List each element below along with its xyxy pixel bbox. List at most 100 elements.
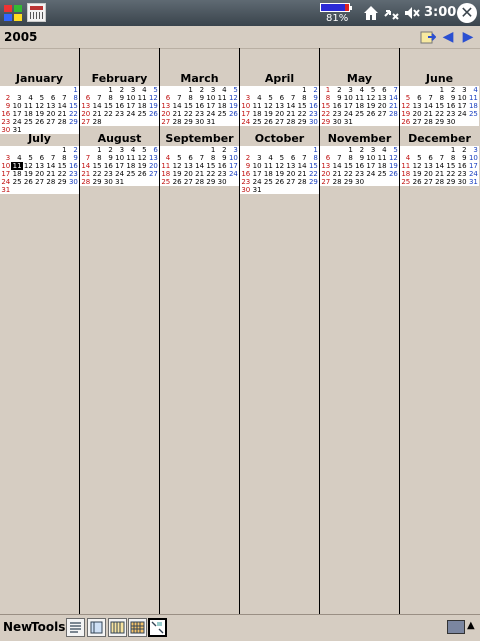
day-cell[interactable]: 7 [331,154,342,162]
day-cell[interactable]: 21 [423,110,434,118]
day-cell[interactable]: 19 [400,110,411,118]
day-cell[interactable]: 13 [34,162,45,170]
day-cell[interactable]: 21 [56,110,67,118]
day-cell[interactable]: 13 [183,162,194,170]
day-cell[interactable]: 8 [320,94,331,102]
day-cell[interactable]: 9 [331,94,342,102]
day-cell[interactable]: 7 [56,94,67,102]
day-cell[interactable]: 5 [171,154,182,162]
day-cell[interactable]: 10 [240,102,251,110]
day-cell[interactable]: 3 [240,94,251,102]
day-cell[interactable]: 5 [148,86,159,94]
day-cell[interactable]: 8 [308,154,319,162]
day-cell[interactable]: 14 [434,162,445,170]
day-cell[interactable]: 20 [183,170,194,178]
day-cell[interactable]: 11 [354,94,365,102]
day-cell[interactable]: 25 [125,170,136,178]
day-cell[interactable]: 2 [354,146,365,154]
day-cell[interactable]: 10 [0,162,11,170]
month-view-icon[interactable] [128,618,147,637]
day-cell[interactable]: 23 [0,118,11,126]
day-cell[interactable]: 12 [388,154,399,162]
day-cell[interactable]: 2 [308,86,319,94]
day-cell[interactable]: 4 [160,154,171,162]
day-cell[interactable]: 5 [34,94,45,102]
day-cell[interactable]: 26 [263,118,274,126]
day-cell[interactable]: 24 [11,118,22,126]
day-cell[interactable]: 4 [263,154,274,162]
day-cell[interactable]: 30 [331,118,342,126]
day-cell[interactable]: 27 [274,118,285,126]
day-cell[interactable]: 5 [228,86,239,94]
day-cell[interactable]: 19 [411,170,422,178]
day-cell[interactable]: 5 [400,94,411,102]
day-cell[interactable]: 20 [411,110,422,118]
day-cell[interactable]: 10 [456,94,467,102]
day-cell[interactable]: 1 [296,86,307,94]
day-cell[interactable]: 25 [160,178,171,186]
day-cell[interactable]: 28 [285,118,296,126]
day-cell[interactable]: 3 [0,154,11,162]
day-cell[interactable]: 15 [68,102,79,110]
day-cell[interactable]: 23 [354,170,365,178]
day-cell[interactable]: 15 [343,162,354,170]
day-cell[interactable]: 19 [228,102,239,110]
day-cell[interactable]: 23 [103,170,114,178]
day-cell[interactable]: 17 [456,102,467,110]
day-cell[interactable]: 4 [468,86,479,94]
day-cell[interactable]: 18 [23,110,34,118]
day-cell[interactable]: 23 [240,178,251,186]
day-cell[interactable]: 2 [331,86,342,94]
day-cell[interactable]: 11 [23,102,34,110]
day-cell[interactable]: 8 [183,94,194,102]
day-cell[interactable]: 26 [411,178,422,186]
day-cell[interactable]: 7 [45,154,56,162]
month-january[interactable]: January 1 2 3 4 5 6 7 8 9 10 11 12 13 14 15 16 17 18 19 20 21… [0,72,79,134]
day-cell[interactable]: 22 [445,170,456,178]
day-cell[interactable]: 29 [91,178,102,186]
day-cell[interactable]: 14 [285,102,296,110]
day-cell[interactable]: 27 [423,178,434,186]
day-cell[interactable]: 28 [56,118,67,126]
day-cell[interactable]: 22 [343,170,354,178]
day-cell[interactable]: 18 [354,102,365,110]
next-year-button[interactable]: ▶ [461,29,475,45]
day-cell[interactable]: 9 [354,154,365,162]
day-cell[interactable]: 28 [388,110,399,118]
day-cell[interactable]: 22 [320,110,331,118]
day-cell[interactable]: 28 [80,178,91,186]
day-cell[interactable]: 12 [400,102,411,110]
day-cell[interactable]: 13 [423,162,434,170]
day-cell[interactable]: 18 [468,102,479,110]
day-cell[interactable]: 15 [56,162,67,170]
day-cell[interactable]: 9 [103,154,114,162]
day-cell[interactable]: 28 [434,178,445,186]
day-cell[interactable]: 4 [354,86,365,94]
month-title[interactable]: April [240,72,319,86]
day-cell[interactable]: 3 [456,86,467,94]
day-cell[interactable]: 15 [296,102,307,110]
day-cell[interactable]: 6 [274,94,285,102]
day-cell[interactable]: 28 [296,178,307,186]
day-cell[interactable]: 16 [240,170,251,178]
day-cell[interactable]: 16 [331,102,342,110]
day-cell[interactable]: 10 [114,154,125,162]
day-cell[interactable]: 19 [136,162,147,170]
day-cell[interactable]: 13 [80,102,91,110]
day-cell[interactable]: 17 [125,102,136,110]
day-cell[interactable]: 2 [0,94,11,102]
day-cell[interactable]: 28 [423,118,434,126]
day-cell[interactable]: 15 [103,102,114,110]
day-cell[interactable]: 8 [56,154,67,162]
month-title[interactable]: May [320,72,399,86]
day-cell[interactable]: 9 [68,154,79,162]
day-cell[interactable]: 6 [80,94,91,102]
day-cell[interactable]: 25 [136,110,147,118]
day-cell[interactable]: 27 [285,178,296,186]
day-cell[interactable]: 17 [0,170,11,178]
day-cell[interactable]: 31 [205,118,216,126]
day-cell[interactable]: 23 [308,110,319,118]
day-cell[interactable]: 2 [114,86,125,94]
day-cell[interactable]: 9 [308,94,319,102]
day-cell[interactable]: 30 [445,118,456,126]
